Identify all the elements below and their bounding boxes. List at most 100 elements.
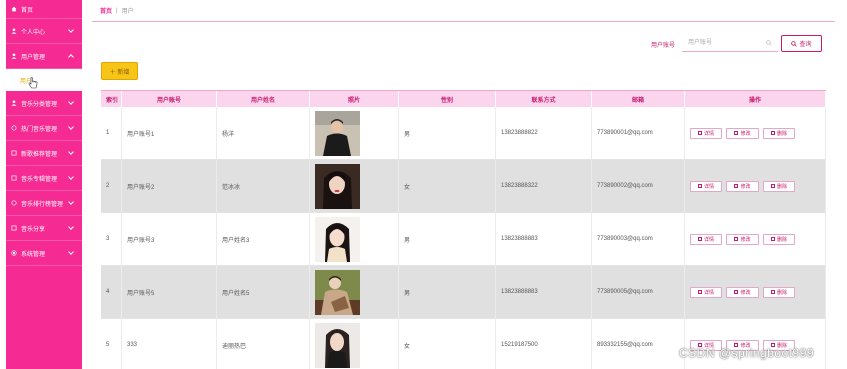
trash-icon (770, 237, 775, 241)
users-icon (11, 53, 17, 59)
actions-cell: 详情 修改 删除 (685, 160, 826, 212)
user-photo[interactable] (315, 322, 360, 368)
sidebar-item-charts[interactable]: 音乐排行榜管理 (6, 191, 82, 216)
sidebar-item-home[interactable]: 首页 (6, 0, 82, 19)
account-cell: 用户账号5 (122, 266, 217, 318)
column-header[interactable]: 性别 (399, 91, 496, 107)
table-row[interactable]: 4 用户账号5 用户姓名5 男 13823888883 773890005@qq… (101, 266, 826, 319)
sidebar-item-label: 音乐分享 (21, 226, 46, 233)
sidebar-item-system[interactable]: 系统管理 (6, 241, 82, 266)
detail-label: 详情 (703, 236, 714, 243)
account-cell: 用户账号1 (122, 107, 217, 159)
account-cell: 用户账号2 (122, 160, 217, 212)
chevron-down-icon (68, 27, 74, 33)
table-row[interactable]: 5 333 迪丽热巴 女 15219187500 893332155@qq.co… (101, 319, 826, 369)
sidebar-item-user-management[interactable]: 用户管理 (6, 44, 82, 69)
sidebar-item-label: 新歌推荐管理 (21, 151, 58, 158)
user-table: 索引 用户账号 用户姓名 照片 性别 联系方式 邮箱 操作 1 用户账号1 杨洋 (101, 90, 826, 369)
share-icon (11, 225, 17, 231)
add-button-label: ＋ 新增 (109, 69, 130, 76)
fire-icon (11, 125, 17, 131)
column-header[interactable]: 用户账号 (122, 91, 217, 107)
edit-button[interactable]: 修改 (726, 127, 759, 139)
photo-cell (310, 319, 399, 369)
photo-cell (310, 107, 399, 159)
user-photo[interactable] (315, 269, 360, 315)
edit-icon (734, 131, 739, 135)
trash-icon (770, 184, 775, 188)
sidebar-item-label: 热门音乐管理 (21, 126, 58, 133)
edit-label: 修改 (740, 130, 751, 137)
table-row[interactable]: 3 用户账号3 用户姓名3 男 13823888883 773890003@qq… (101, 213, 826, 266)
delete-button[interactable]: 删除 (763, 233, 795, 245)
detail-button[interactable]: 详情 (690, 180, 722, 192)
edit-icon (734, 290, 739, 294)
phone-cell: 13823888883 (496, 213, 592, 265)
sidebar-item-new-songs[interactable]: 新歌推荐管理 (6, 141, 82, 166)
sidebar: 首页 个人中心 用户管理 用户 音乐分类管理 热门音乐管理 新歌推荐管理 音乐专… (6, 0, 82, 369)
chevron-down-icon (68, 174, 74, 180)
search-icon (791, 40, 798, 47)
gender-cell: 男 (399, 213, 496, 265)
actions-cell: 详情 修改 删除 (685, 213, 826, 265)
account-cell: 用户账号3 (122, 213, 217, 265)
phone-cell: 15219187500 (496, 319, 592, 369)
detail-button[interactable]: 详情 (690, 127, 722, 139)
sidebar-item-music-share[interactable]: 音乐分享 (6, 216, 82, 241)
edit-button[interactable]: 修改 (726, 286, 759, 298)
edit-label: 修改 (740, 183, 751, 190)
column-header[interactable]: 照片 (310, 91, 399, 107)
user-photo[interactable] (315, 110, 360, 156)
sidebar-item-label: 用户管理 (21, 54, 46, 61)
index-cell: 3 (101, 213, 122, 265)
search-input[interactable] (682, 35, 778, 52)
rank-icon (11, 200, 17, 206)
email-cell: 773890001@qq.com (592, 107, 685, 159)
delete-button[interactable]: 删除 (763, 286, 795, 298)
account-cell: 333 (122, 319, 217, 369)
photo-cell (310, 213, 399, 265)
trash-icon (770, 290, 775, 294)
chevron-down-icon (68, 249, 74, 255)
breadcrumb-home[interactable]: 首页 (100, 6, 112, 15)
column-header[interactable]: 索引 (101, 91, 122, 107)
column-header[interactable]: 邮箱 (592, 91, 685, 107)
detail-button[interactable]: 详情 (690, 233, 722, 245)
chevron-down-icon (68, 99, 74, 105)
sidebar-subitem-users[interactable]: 用户 (6, 69, 82, 91)
user-photo[interactable] (315, 163, 360, 209)
sidebar-item-personal-center[interactable]: 个人中心 (6, 19, 82, 44)
detail-button[interactable]: 详情 (690, 286, 722, 298)
name-cell: 用户姓名3 (217, 213, 310, 265)
add-button[interactable]: ＋ 新增 (101, 62, 138, 80)
detail-icon (697, 290, 702, 294)
table-row[interactable]: 1 用户账号1 杨洋 男 13823888822 773890001@qq.co… (101, 107, 826, 160)
name-cell: 迪丽热巴 (217, 319, 310, 369)
sidebar-item-label: 音乐分类管理 (21, 101, 58, 108)
edit-icon (734, 237, 739, 241)
sidebar-item-music-category[interactable]: 音乐分类管理 (6, 91, 82, 116)
delete-label: 删除 (776, 130, 787, 137)
sidebar-item-label: 音乐专辑管理 (21, 176, 58, 183)
home-icon (11, 6, 17, 12)
table-row[interactable]: 2 用户账号2 范冰冰 女 13823888322 773890002@qq.c… (101, 160, 826, 213)
column-header[interactable]: 联系方式 (496, 91, 592, 107)
gender-cell: 女 (399, 160, 496, 212)
column-header[interactable]: 用户姓名 (217, 91, 310, 107)
email-cell: 893332155@qq.com (592, 319, 685, 369)
name-cell: 用户姓名5 (217, 266, 310, 318)
sidebar-item-albums[interactable]: 音乐专辑管理 (6, 166, 82, 191)
edit-label: 修改 (740, 289, 751, 296)
column-header: 操作 (685, 91, 826, 107)
sidebar-item-hot-music[interactable]: 热门音乐管理 (6, 116, 82, 141)
edit-button[interactable]: 修改 (726, 180, 759, 192)
edit-icon (734, 184, 739, 188)
query-button[interactable]: 查询 (781, 35, 822, 52)
search-icon (766, 40, 772, 46)
delete-button[interactable]: 删除 (763, 180, 795, 192)
album-icon (11, 175, 17, 181)
edit-button[interactable]: 修改 (726, 233, 759, 245)
delete-button[interactable]: 删除 (763, 127, 795, 139)
user-photo[interactable] (315, 216, 360, 262)
gender-cell: 女 (399, 319, 496, 369)
